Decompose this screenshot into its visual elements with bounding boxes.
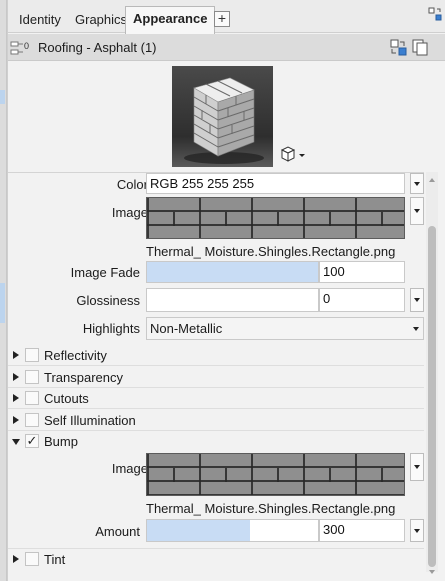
bump-image-dropdown-button[interactable] xyxy=(410,453,424,481)
image-filename: Thermal_ Moisture.Shingles.Rectangle.png xyxy=(146,244,396,259)
reflectivity-checkbox[interactable] xyxy=(25,348,39,362)
section-label: Transparency xyxy=(44,370,123,385)
bump-image-filename: Thermal_ Moisture.Shingles.Rectangle.png xyxy=(146,501,396,516)
highlights-selected-value: Non-Metallic xyxy=(150,321,223,336)
expand-triangle-icon[interactable] xyxy=(13,416,19,424)
glossiness-slider[interactable] xyxy=(146,288,319,312)
bump-amount-slider-fill xyxy=(147,520,250,541)
image-dropdown-button[interactable] xyxy=(410,197,424,225)
add-tab-button[interactable]: + xyxy=(214,11,230,27)
highlights-chevron-icon xyxy=(410,320,424,337)
edge-selection-marker xyxy=(0,90,5,104)
expand-triangle-icon[interactable] xyxy=(13,394,19,402)
duplicate-asset-icon[interactable] xyxy=(412,39,429,56)
highlights-select[interactable]: Non-Metallic xyxy=(146,317,424,340)
asset-header: 0 Roofing - Asphalt (1) xyxy=(8,34,445,61)
section-label: Cutouts xyxy=(44,391,89,406)
color-label: Color xyxy=(116,177,148,192)
bump-amount-label: Amount xyxy=(95,524,140,539)
preview-shape-menu[interactable] xyxy=(279,145,309,163)
panel-pin-icon[interactable] xyxy=(428,7,442,21)
expand-triangle-icon[interactable] xyxy=(13,555,19,563)
section-label: Reflectivity xyxy=(44,348,107,363)
scroll-down-arrow-icon[interactable] xyxy=(429,570,435,574)
glossiness-dropdown-button[interactable] xyxy=(410,288,424,312)
section-bump[interactable]: ✓ Bump xyxy=(8,431,424,452)
bump-amount-dropdown-button[interactable] xyxy=(410,519,424,542)
brick-cube-render xyxy=(184,77,264,164)
section-label: Tint xyxy=(44,552,66,567)
glossiness-value[interactable]: 0 xyxy=(319,288,405,312)
color-dropdown-button[interactable] xyxy=(410,173,424,194)
section-cutouts[interactable]: Cutouts xyxy=(8,388,424,409)
tab-appearance[interactable]: Appearance xyxy=(125,6,216,34)
asset-link-icon: 0 xyxy=(10,41,29,55)
color-field[interactable]: RGB 255 255 255 xyxy=(146,173,405,194)
scroll-up-arrow-icon[interactable] xyxy=(429,178,435,182)
section-label: Self Illumination xyxy=(44,413,136,428)
asset-user-count: 0 xyxy=(24,41,29,51)
image-fade-value[interactable]: 100 xyxy=(319,261,405,283)
bump-amount-slider[interactable] xyxy=(146,519,319,542)
highlights-label: Highlights xyxy=(82,321,140,336)
section-transparency[interactable]: Transparency xyxy=(8,367,424,388)
material-browser-panel: Identity Graphics Appearance + 0 Roofing… xyxy=(7,0,445,581)
bump-checkbox[interactable]: ✓ xyxy=(25,434,39,448)
adjacent-panel-edge xyxy=(0,0,7,581)
tab-bar: Identity Graphics Appearance + xyxy=(8,0,445,34)
glossiness-label: Glossiness xyxy=(76,293,140,308)
transparency-checkbox[interactable] xyxy=(25,370,39,384)
self-illumination-checkbox[interactable] xyxy=(25,413,39,427)
asset-name: Roofing - Asphalt (1) xyxy=(38,40,157,55)
replace-asset-icon[interactable] xyxy=(390,39,407,56)
image-fade-slider[interactable] xyxy=(146,261,319,283)
material-preview-image xyxy=(172,66,273,167)
image-label: Image xyxy=(111,205,148,220)
bump-amount-value[interactable]: 300 xyxy=(319,519,405,542)
tint-checkbox[interactable] xyxy=(25,552,39,566)
edge-selection-marker xyxy=(0,283,5,323)
section-self-illumination[interactable]: Self Illumination xyxy=(8,410,424,431)
image-texture-thumbnail[interactable] xyxy=(146,197,405,239)
cutouts-checkbox[interactable] xyxy=(25,391,39,405)
expand-triangle-icon[interactable] xyxy=(13,373,19,381)
scrollbar-thumb[interactable] xyxy=(428,226,436,567)
bump-image-label: Image xyxy=(111,461,148,476)
section-reflectivity[interactable]: Reflectivity xyxy=(8,345,424,366)
bump-image-texture-thumbnail[interactable] xyxy=(146,453,405,496)
collapse-triangle-icon[interactable] xyxy=(12,439,20,445)
expand-triangle-icon[interactable] xyxy=(13,351,19,359)
image-fade-slider-fill xyxy=(147,262,318,282)
tab-identity[interactable]: Identity xyxy=(12,8,68,33)
image-fade-label: Image Fade xyxy=(70,265,140,280)
section-tint[interactable]: Tint xyxy=(8,548,424,569)
section-label: Bump xyxy=(44,434,78,449)
